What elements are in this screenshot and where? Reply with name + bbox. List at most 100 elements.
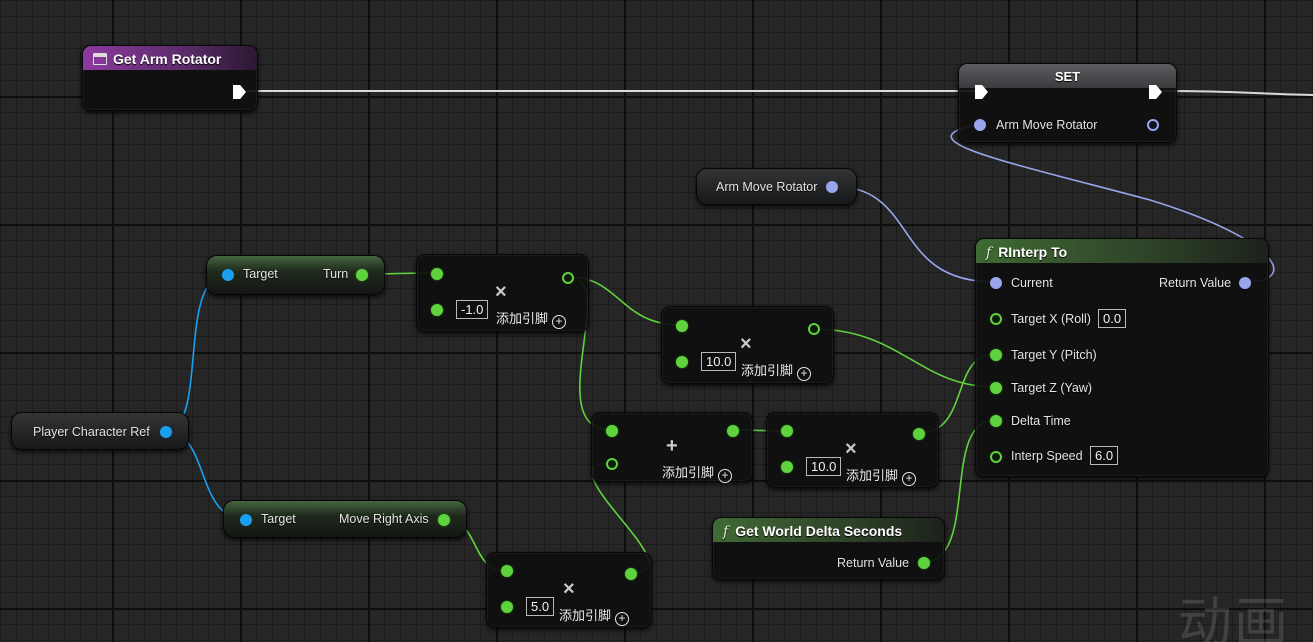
output-pin[interactable] — [727, 425, 739, 437]
node-title: Get World Delta Seconds — [735, 523, 903, 539]
function-icon: f — [723, 524, 729, 540]
input-b-pin[interactable] — [606, 458, 618, 470]
add-pin-button[interactable]: 添加引脚 + — [496, 308, 567, 329]
current-label: Current — [1011, 276, 1053, 290]
target-y-label: Target Y (Pitch) — [1011, 348, 1097, 362]
arm-move-rotator-in-pin[interactable] — [974, 119, 986, 131]
add-pin-button[interactable]: 添加引脚 + — [662, 462, 733, 483]
input-b-value[interactable]: 5.0 — [526, 597, 555, 616]
add-pin-button[interactable]: 添加引脚 + — [741, 360, 812, 381]
output-pin[interactable] — [625, 568, 637, 580]
input-b-value[interactable]: 10.0 — [701, 352, 737, 371]
multiply-icon: × — [563, 578, 575, 600]
move-right-axis-out-pin[interactable] — [438, 514, 450, 526]
multiply-node-4[interactable]: 5.0 × 添加引脚 + — [486, 552, 652, 628]
multiply-node-1[interactable]: -1.0 × 添加引脚 + — [416, 254, 589, 332]
event-icon — [93, 53, 107, 65]
wire-player-to-target1 — [164, 273, 229, 432]
plus-circle-icon: + — [615, 612, 630, 626]
rinterp-to-node[interactable]: f RInterp To Current Return Value Target … — [975, 238, 1269, 477]
wire-var-to-current — [831, 185, 996, 283]
get-world-delta-seconds-node[interactable]: f Get World Delta Seconds Return Value — [712, 517, 945, 580]
get-world-delta-seconds-header: f Get World Delta Seconds — [713, 518, 944, 542]
arm-move-rotator-out-pin[interactable] — [1147, 119, 1159, 131]
input-b-pin[interactable] — [431, 304, 443, 316]
multiply-icon: × — [495, 281, 507, 303]
target-z-label: Target Z (Yaw) — [1011, 381, 1093, 395]
set-node[interactable]: SET Arm Move Rotator — [958, 63, 1177, 143]
output-pin[interactable] — [913, 428, 925, 440]
rinterp-header: f RInterp To — [976, 239, 1268, 263]
player-character-ref-node[interactable]: Player Character Ref — [11, 412, 189, 450]
interp-speed-label: Interp Speed — [1011, 449, 1083, 463]
output-pin[interactable] — [562, 272, 574, 284]
target-z-pin[interactable] — [990, 382, 1002, 394]
target-x-pin[interactable] — [990, 313, 1002, 325]
move-right-axis-label: Move Right Axis — [339, 512, 429, 526]
input-b-pin[interactable] — [501, 601, 513, 613]
input-a-pin[interactable] — [676, 320, 688, 332]
input-a-pin[interactable] — [431, 268, 443, 280]
input-b-value[interactable]: -1.0 — [456, 300, 489, 319]
wire-mul2-to-targety — [813, 328, 996, 388]
return-value-label: Return Value — [1159, 276, 1232, 290]
turn-label: Turn — [323, 267, 349, 281]
add-pin-label: 添加引脚 — [741, 363, 794, 378]
input-b-pin[interactable] — [676, 356, 688, 368]
get-arm-rotator-node[interactable]: Get Arm Rotator — [82, 45, 258, 111]
current-pin[interactable] — [990, 277, 1002, 289]
return-value-pin[interactable] — [918, 557, 930, 569]
node-title: Get Arm Rotator — [113, 51, 222, 67]
turn-getter-node[interactable]: Target Turn — [206, 255, 385, 295]
pin-label: Arm Move Rotator — [996, 118, 1098, 132]
arm-move-rotator-out-pin[interactable] — [826, 181, 838, 193]
multiply-icon: × — [740, 333, 752, 355]
target-pin[interactable] — [222, 269, 234, 281]
add-pin-button[interactable]: 添加引脚 + — [846, 465, 917, 486]
interp-speed-pin[interactable] — [990, 451, 1002, 463]
delta-time-label: Delta Time — [1011, 414, 1071, 428]
add-pin-label: 添加引脚 — [559, 608, 612, 623]
turn-out-pin[interactable] — [356, 269, 368, 281]
add-pin-label: 添加引脚 — [662, 465, 715, 480]
exec-out-pin[interactable] — [233, 85, 246, 99]
variable-label: Arm Move Rotator — [716, 180, 818, 194]
multiply-node-3[interactable]: 10.0 × 添加引脚 + — [766, 412, 939, 488]
input-b-pin[interactable] — [781, 461, 793, 473]
node-title: SET — [1054, 69, 1081, 84]
target-x-label: Target X (Roll) — [1011, 312, 1091, 326]
output-pin[interactable] — [808, 323, 820, 335]
move-right-axis-getter-node[interactable]: Target Move Right Axis — [223, 500, 467, 538]
delta-time-pin[interactable] — [990, 415, 1002, 427]
return-value-label: Return Value — [837, 556, 910, 570]
input-a-pin[interactable] — [606, 425, 618, 437]
add-node[interactable]: + 添加引脚 + — [591, 412, 753, 483]
variable-label: Player Character Ref — [33, 425, 150, 439]
add-icon: + — [666, 435, 678, 457]
multiply-icon: × — [845, 438, 857, 460]
plus-circle-icon: + — [552, 315, 567, 329]
input-a-pin[interactable] — [501, 565, 513, 577]
plus-circle-icon: + — [797, 367, 812, 381]
target-x-input[interactable]: 0.0 — [1098, 309, 1127, 328]
plus-circle-icon: + — [902, 472, 917, 486]
player-ref-out-pin[interactable] — [160, 426, 172, 438]
watermark: 动画 — [1178, 591, 1290, 642]
target-pin[interactable] — [240, 514, 252, 526]
arm-move-rotator-variable-node[interactable]: Arm Move Rotator — [696, 168, 857, 205]
function-icon: f — [986, 245, 992, 261]
add-pin-label: 添加引脚 — [496, 311, 549, 326]
add-pin-button[interactable]: 添加引脚 + — [559, 605, 630, 626]
multiply-node-2[interactable]: 10.0 × 添加引脚 + — [661, 306, 834, 384]
input-b-value[interactable]: 10.0 — [806, 457, 842, 476]
return-value-pin[interactable] — [1239, 277, 1251, 289]
add-pin-label: 添加引脚 — [846, 468, 899, 483]
input-a-pin[interactable] — [781, 425, 793, 437]
plus-circle-icon: + — [718, 469, 733, 483]
target-y-pin[interactable] — [990, 349, 1002, 361]
target-label: Target — [243, 267, 278, 281]
get-arm-rotator-header: Get Arm Rotator — [83, 46, 257, 70]
blueprint-graph-canvas[interactable]: Get Arm Rotator SET Arm Move Rotator Arm… — [0, 0, 1313, 642]
interp-speed-input[interactable]: 6.0 — [1090, 446, 1119, 465]
exec-wire-out — [1162, 90, 1313, 96]
